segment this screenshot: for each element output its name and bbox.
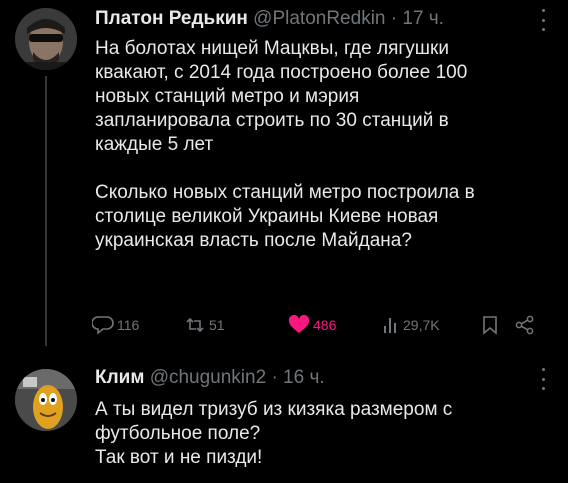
bookmark-icon — [483, 316, 497, 335]
bookmark-button[interactable] — [482, 311, 498, 339]
reply-button[interactable]: 116 — [92, 311, 139, 339]
tweet-paragraph: А ты видел тризуб из кизяка размером с ф… — [95, 399, 453, 468]
more-options-icon[interactable] — [540, 9, 546, 31]
like-count: 486 — [313, 317, 337, 333]
tweet-text: А ты видел тризуб из кизяка размером с ф… — [95, 398, 546, 470]
avatar-photo — [15, 369, 77, 431]
tweet-paragraph: На болотах нищей Мацквы, где лягушки ква… — [95, 38, 468, 155]
tweet-header: Клим @chugunkin2 · 16 ч. — [95, 366, 528, 390]
tweet-text: На болотах нищей Мацквы, где лягушки ква… — [95, 37, 546, 253]
tweet-time[interactable]: · 17 ч. — [391, 8, 444, 29]
author-handle[interactable]: @chugunkin2 — [150, 367, 266, 388]
reply-count: 116 — [117, 317, 140, 333]
author-name[interactable]: Клим — [95, 367, 144, 388]
avatar[interactable] — [15, 369, 77, 431]
tweet-actions: 116 51 486 29,7K — [92, 311, 550, 339]
tweet-reply[interactable]: Клим @chugunkin2 · 16 ч. А ты видел триз… — [0, 355, 568, 483]
tweet[interactable]: Платон Редькин @PlatonRedkin · 17 ч. На … — [0, 0, 568, 350]
tweet-time[interactable]: · 16 ч. — [271, 367, 324, 388]
avatar-photo — [15, 8, 77, 70]
like-button[interactable]: 486 — [288, 311, 336, 339]
share-button[interactable] — [515, 311, 535, 339]
repost-count: 51 — [209, 317, 225, 333]
author-name[interactable]: Платон Редькин — [95, 8, 248, 29]
heart-icon — [288, 315, 310, 333]
repost-button[interactable]: 51 — [184, 311, 225, 339]
bar-chart-icon — [384, 318, 396, 333]
share-icon — [515, 315, 534, 335]
thread-connector-line — [45, 76, 47, 346]
avatar[interactable] — [15, 8, 77, 70]
tweet-header: Платон Редькин @PlatonRedkin · 17 ч. — [95, 7, 528, 31]
tweet-paragraph: Сколько новых станций метро построила в … — [95, 182, 475, 251]
views-button[interactable]: 29,7K — [382, 311, 440, 339]
repost-arrows-icon — [186, 317, 204, 333]
views-count: 29,7K — [403, 317, 440, 333]
speech-bubble-icon — [92, 316, 114, 335]
author-handle[interactable]: @PlatonRedkin — [253, 8, 385, 29]
more-options-icon[interactable] — [540, 368, 546, 390]
